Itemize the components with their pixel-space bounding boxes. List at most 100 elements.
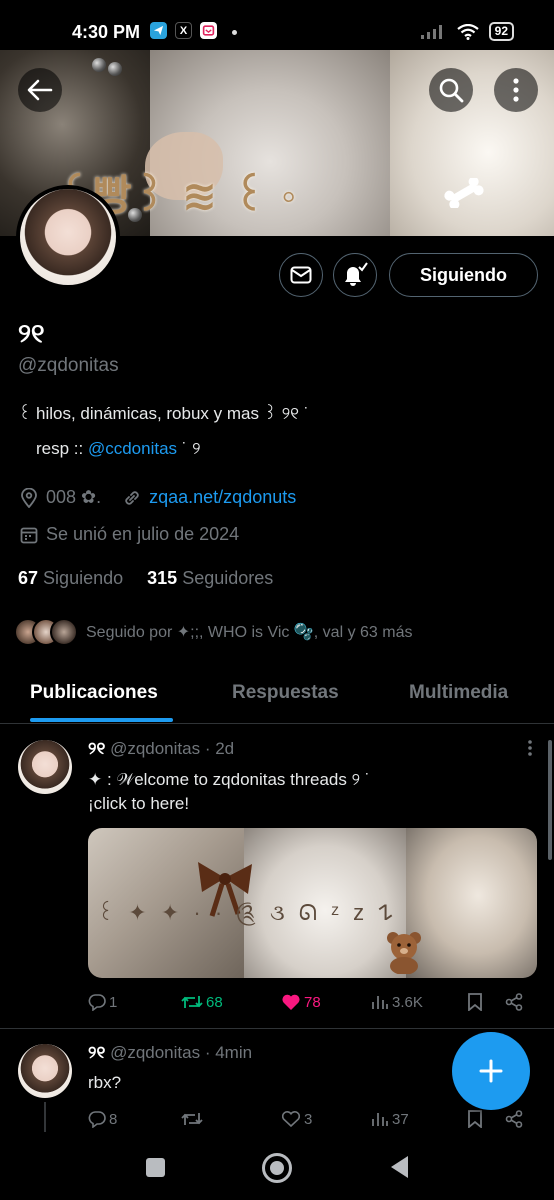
followers-stat[interactable]: 315 Seguidores bbox=[147, 568, 273, 589]
message-button[interactable] bbox=[279, 253, 323, 297]
mail-icon bbox=[290, 266, 312, 284]
tab-multimedia[interactable]: Multimedia bbox=[409, 682, 508, 704]
back-arrow-icon bbox=[27, 79, 53, 101]
tab-respuestas[interactable]: Respuestas bbox=[232, 682, 339, 704]
profile-joined-row: Se unió en julio de 2024 bbox=[20, 524, 239, 545]
bookmark-button[interactable] bbox=[467, 1110, 505, 1128]
follow-stats: 67 Siguiendo 315 Seguidores bbox=[18, 568, 273, 589]
profile-meta-row: 008 ✿. zqaa.net/zqdonuts bbox=[20, 487, 296, 508]
system-nav-bar bbox=[0, 1140, 554, 1200]
reply-icon bbox=[88, 1111, 106, 1128]
repost-button[interactable] bbox=[181, 1111, 281, 1127]
like-count: 78 bbox=[304, 993, 321, 1011]
recent-apps-button[interactable] bbox=[146, 1158, 165, 1177]
link-icon bbox=[125, 490, 139, 505]
profile-handle: @zqdonitas bbox=[18, 355, 119, 376]
home-button[interactable] bbox=[262, 1153, 292, 1183]
avatar-photo bbox=[18, 1044, 72, 1098]
post-time: · 4min bbox=[204, 1043, 253, 1062]
followed-by-avatars bbox=[14, 618, 78, 646]
system-icons: 92 bbox=[420, 22, 514, 41]
notification-dot bbox=[232, 30, 237, 35]
reply-button[interactable]: 1 bbox=[88, 993, 181, 1011]
back-triangle-icon[interactable] bbox=[388, 1154, 410, 1180]
reply-icon bbox=[88, 994, 106, 1011]
plus-icon bbox=[479, 1059, 503, 1083]
reply-button[interactable]: 8 bbox=[88, 1110, 181, 1128]
post-time: · 2d bbox=[204, 739, 235, 758]
search-button[interactable] bbox=[429, 68, 473, 112]
bookmark-button[interactable] bbox=[467, 993, 505, 1011]
bio-prefix: resp :: bbox=[36, 439, 88, 458]
thread-line bbox=[44, 1102, 46, 1132]
scrollbar[interactable] bbox=[548, 740, 552, 860]
status-bar: 4:30 PM X 92 bbox=[0, 0, 554, 50]
active-tab-indicator bbox=[30, 718, 173, 722]
avatar-photo bbox=[20, 189, 116, 285]
views-button[interactable]: 37 bbox=[371, 1111, 467, 1128]
signal-icon bbox=[420, 24, 442, 39]
profile-name: ୨୧ bbox=[18, 318, 45, 348]
post-avatar[interactable] bbox=[18, 1044, 72, 1098]
profile-website-link[interactable]: zqaa.net/zqdonuts bbox=[149, 487, 296, 508]
post-text: rbx? bbox=[88, 1073, 122, 1092]
following-stat[interactable]: 67 Siguiendo bbox=[18, 568, 123, 589]
pearl-shape bbox=[108, 62, 122, 76]
back-button[interactable] bbox=[18, 68, 62, 112]
tab-publicaciones[interactable]: Publicaciones bbox=[30, 682, 158, 704]
more-vertical-icon bbox=[513, 78, 519, 102]
views-chart-icon bbox=[372, 996, 388, 1009]
post-author-handle[interactable]: @zqdonitas bbox=[110, 739, 200, 758]
views-count: 3.6K bbox=[392, 993, 423, 1011]
more-options-button[interactable] bbox=[494, 68, 538, 112]
following-button[interactable]: Siguiendo bbox=[389, 253, 538, 297]
following-label: Siguiendo bbox=[43, 568, 124, 588]
bookmark-icon bbox=[468, 1110, 482, 1128]
bio-suffix: ˙ ୨ bbox=[177, 439, 201, 458]
battery-icon: 92 bbox=[488, 22, 514, 41]
post-author-name[interactable]: ୨୧ bbox=[88, 1043, 105, 1062]
reply-count: 8 bbox=[109, 1110, 118, 1128]
calendar-icon bbox=[20, 527, 38, 543]
share-icon bbox=[505, 1110, 523, 1128]
like-button[interactable]: 78 bbox=[281, 993, 371, 1011]
mini-avatar bbox=[50, 618, 78, 646]
post-actions: 1 68 78 3.6K bbox=[88, 993, 538, 1011]
profile-avatar[interactable] bbox=[16, 185, 120, 289]
share-icon bbox=[505, 993, 523, 1011]
like-button[interactable]: 3 bbox=[281, 1110, 371, 1128]
views-button[interactable]: 3.6K bbox=[371, 994, 467, 1011]
post-author-name[interactable]: ୨୧ bbox=[88, 739, 105, 758]
share-button[interactable] bbox=[505, 1110, 523, 1128]
following-count: 67 bbox=[18, 568, 39, 588]
bio-mention-link[interactable]: @ccdonitas bbox=[88, 439, 177, 458]
media-image-cat bbox=[406, 828, 537, 978]
media-overlay-text: ꒰ ✦ ✦ · · ༊ ૩ ᘏ ᶻ z 𐰁 bbox=[97, 900, 397, 925]
post-text-line: ¡click to here! bbox=[88, 794, 190, 813]
post-text: ✦ : 𝒲elcome to zqdonitas threads ୨ ˙ ¡cl… bbox=[88, 768, 370, 816]
location-icon bbox=[21, 487, 37, 508]
pearl-shape bbox=[92, 58, 106, 72]
home-dot-icon bbox=[270, 1161, 284, 1175]
like-count: 3 bbox=[304, 1110, 313, 1128]
notification-icons: X bbox=[150, 22, 217, 39]
bio-line-2: resp :: @ccdonitas ˙ ୨ bbox=[36, 439, 201, 459]
compose-post-button[interactable] bbox=[452, 1032, 530, 1110]
profile-joined-date: Se unió en julio de 2024 bbox=[46, 524, 240, 544]
repost-button[interactable]: 68 bbox=[181, 994, 281, 1011]
post-avatar[interactable] bbox=[18, 740, 72, 794]
post-header: ୨୧ @zqdonitas · 4min bbox=[88, 1043, 252, 1063]
avatar-photo bbox=[18, 740, 72, 794]
profile-tabs: Publicaciones Respuestas Multimedia bbox=[0, 668, 554, 724]
post-author-handle[interactable]: @zqdonitas bbox=[110, 1043, 200, 1062]
followers-count: 315 bbox=[147, 568, 178, 588]
post-header: ୨୧ @zqdonitas · 2d bbox=[88, 739, 234, 759]
share-button[interactable] bbox=[505, 993, 523, 1011]
repost-icon bbox=[181, 1113, 203, 1125]
post-divider bbox=[0, 1028, 554, 1029]
notifications-button[interactable] bbox=[333, 253, 377, 297]
followed-by-row[interactable]: Seguido por ✦;;, WHO is Vic 🫧, val y 63 … bbox=[14, 618, 412, 646]
heart-filled-icon bbox=[282, 994, 300, 1010]
bookmark-icon bbox=[468, 993, 482, 1011]
post-more-button[interactable] bbox=[528, 740, 532, 761]
